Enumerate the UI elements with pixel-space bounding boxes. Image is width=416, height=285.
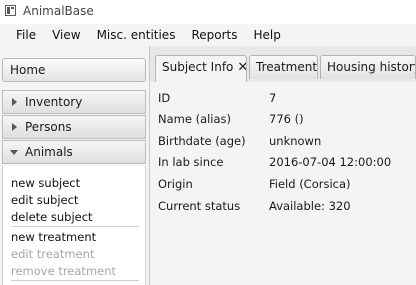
current-status-label: Current status: [158, 199, 241, 213]
menu-view[interactable]: View: [44, 24, 88, 46]
tab-subject-info[interactable]: Subject Info✕: [155, 55, 247, 82]
tab-housing-history[interactable]: Housing history: [320, 55, 416, 79]
tab-label: Subject Info: [162, 60, 234, 74]
menu-bar: File View Misc. entities Reports Help: [0, 24, 416, 46]
chevron-right-icon: [12, 123, 17, 131]
id-value: 7: [269, 91, 277, 105]
name-label: Name (alias): [158, 112, 232, 126]
section-inventory[interactable]: Inventory: [2, 90, 146, 114]
chevron-down-icon: [10, 150, 18, 155]
edit-subject-link[interactable]: edit subject: [11, 193, 78, 207]
in-lab-since-value: 2016-07-04 12:00:00: [269, 155, 392, 169]
tab-label: Treatments: [256, 60, 318, 74]
edit-treatment-link: edit treatment: [11, 247, 95, 261]
section-persons[interactable]: Persons: [2, 115, 146, 139]
close-icon[interactable]: ✕: [237, 60, 246, 75]
remove-treatment-link: remove treatment: [11, 264, 117, 278]
birthdate-value: unknown: [269, 134, 322, 148]
section-label: Persons: [25, 120, 72, 134]
name-value: 776 (): [269, 112, 304, 126]
chevron-right-icon: [12, 98, 17, 106]
home-button[interactable]: Home: [2, 58, 146, 82]
divider: [11, 226, 139, 227]
menu-misc-entities[interactable]: Misc. entities: [89, 24, 184, 46]
menu-file[interactable]: File: [8, 24, 44, 46]
id-label: ID: [158, 91, 171, 105]
origin-label: Origin: [158, 177, 193, 191]
new-treatment-link[interactable]: new treatment: [11, 230, 96, 244]
birthdate-label: Birthdate (age): [158, 134, 246, 148]
animals-actions-panel: new subject edit subject delete subject …: [2, 166, 146, 285]
new-subject-link[interactable]: new subject: [11, 176, 80, 190]
window-title: AnimalBase: [23, 4, 94, 18]
section-label: Inventory: [25, 95, 83, 109]
subject-info-panel: ID 7 Name (alias) 776 () Birthdate (age)…: [150, 82, 416, 285]
section-animals[interactable]: Animals: [2, 140, 146, 164]
app-icon: [5, 5, 16, 16]
delete-subject-link[interactable]: delete subject: [11, 210, 93, 224]
origin-value: Field (Corsica): [269, 177, 351, 191]
divider: [11, 280, 139, 281]
menu-help[interactable]: Help: [245, 24, 288, 46]
title-bar: AnimalBase: [0, 0, 416, 24]
tab-bar: Subject Info✕ Treatments Housing history: [150, 46, 416, 82]
current-status-value: Available: 320: [269, 199, 351, 213]
menu-reports[interactable]: Reports: [183, 24, 245, 46]
in-lab-since-label: In lab since: [158, 155, 224, 169]
section-label: Animals: [25, 145, 73, 159]
sidebar: Home Inventory Persons Animals new subje…: [0, 46, 150, 285]
tab-treatments[interactable]: Treatments: [249, 55, 318, 79]
tab-label: Housing history: [327, 60, 416, 74]
